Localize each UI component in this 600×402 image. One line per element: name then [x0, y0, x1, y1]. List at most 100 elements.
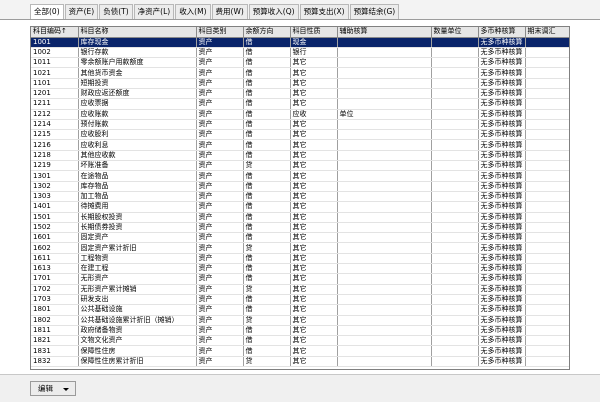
- cell-period-end-fx: [525, 109, 569, 120]
- cell-category: 资产: [196, 191, 244, 203]
- cell-period-end-fx: [525, 222, 569, 234]
- table-row[interactable]: 1401 待摊费用 资产借其它 无多币种核算: [31, 201, 569, 213]
- table-row[interactable]: 1212 应收账款 资产借应收 单位 无多币种核算: [31, 109, 569, 120]
- cell-period-end-fx: [525, 129, 569, 141]
- cell-direction: 借: [243, 129, 291, 141]
- cell-auxiliary: [337, 88, 432, 100]
- edit-dropdown-button[interactable]: 编辑: [30, 381, 76, 396]
- cell-nature: 其它: [290, 150, 338, 162]
- tab-budget-expenditure[interactable]: 预算支出(X): [299, 4, 349, 19]
- table-row[interactable]: 1701 无形资产 资产借其它 无多币种核算: [31, 273, 569, 285]
- cell-nature: 其它: [290, 253, 338, 265]
- cell-multi-currency: 无多币种核算: [478, 78, 526, 89]
- table-row[interactable]: 1011 零余额账户用款额度 资产借其它 无多币种核算: [31, 57, 569, 69]
- cell-period-end-fx: [525, 67, 569, 79]
- table-row[interactable]: 1831 保障性住房 资产借其它 无多币种核算: [31, 345, 569, 357]
- table-row[interactable]: 1602 固定资产累计折旧 资产贷其它 无多币种核算: [31, 242, 569, 254]
- cell-direction: 借: [243, 67, 291, 79]
- table-row[interactable]: 1021 其他货币资金 资产借其它 无多币种核算: [31, 67, 569, 79]
- cell-direction: 借: [243, 78, 291, 89]
- cell-nature: 其它: [290, 294, 338, 306]
- cell-direction: 借: [243, 273, 291, 285]
- table-row[interactable]: 1832 保障性住房累计折旧 资产贷其它 无多币种核算: [31, 356, 569, 368]
- cell-period-end-fx: [525, 345, 569, 357]
- table-row[interactable]: 1215 应收股利 资产借其它 无多币种核算: [31, 129, 569, 141]
- cell-period-end-fx: [525, 181, 569, 192]
- cell-direction: 贷: [243, 242, 291, 254]
- cell-quantity-unit: [431, 242, 479, 254]
- cell-multi-currency: 无多币种核算: [478, 222, 526, 234]
- table-row[interactable]: 1216 应收利息 资产借其它 无多币种核算: [31, 139, 569, 151]
- tab-all[interactable]: 全部(0): [30, 4, 64, 19]
- table-row[interactable]: 1501 长期股权投资 资产借其它 无多币种核算: [31, 212, 569, 223]
- tab-net-assets[interactable]: 净资产(L): [133, 4, 175, 19]
- cell-period-end-fx: [525, 37, 569, 48]
- cell-quantity-unit: [431, 191, 479, 203]
- table-row[interactable]: 1301 在途物品 资产借其它 无多币种核算: [31, 170, 569, 182]
- table-row[interactable]: 1811 政府储备物资 资产借其它 无多币种核算: [31, 325, 569, 337]
- table-row[interactable]: 1211 应收票据 资产借其它 无多币种核算: [31, 98, 569, 110]
- table-row[interactable]: 1302 库存物品 资产借其它 无多币种核算: [31, 181, 569, 192]
- tab-assets[interactable]: 资产(E): [64, 4, 99, 19]
- tab-income[interactable]: 收入(M): [175, 4, 211, 19]
- column-header-balance-direction[interactable]: 余额方向: [243, 27, 291, 38]
- bottom-toolbar: 编辑: [0, 374, 600, 402]
- table-row[interactable]: 1101 短期投资 资产借其它 无多币种核算: [31, 78, 569, 89]
- cell-nature: 其它: [290, 139, 338, 151]
- cell-nature: 其它: [290, 98, 338, 110]
- cell-multi-currency: 无多币种核算: [478, 170, 526, 182]
- cell-name: 坏账准备: [78, 160, 197, 172]
- cell-code: 1216: [31, 139, 79, 151]
- table-row[interactable]: 1601 固定资产 资产借其它 无多币种核算: [31, 232, 569, 244]
- tab-budget-income[interactable]: 预算收入(Q): [248, 4, 299, 19]
- tab-liabilities[interactable]: 负债(T): [99, 4, 133, 19]
- table-row[interactable]: 1702 无形资产累计摊销 资产贷其它 无多币种核算: [31, 284, 569, 295]
- table-row[interactable]: 1002 银行存款 资产借银行 无多币种核算: [31, 47, 569, 59]
- column-header-code[interactable]: 科目编码↑: [31, 27, 79, 38]
- cell-nature: 应收: [290, 109, 338, 120]
- cell-nature: 其它: [290, 284, 338, 295]
- cell-direction: 借: [243, 170, 291, 182]
- cell-period-end-fx: [525, 98, 569, 110]
- table-row[interactable]: 1219 坏账准备 资产贷其它 无多币种核算: [31, 160, 569, 172]
- table-row[interactable]: 1502 长期债券投资 资产借其它 无多币种核算: [31, 222, 569, 234]
- cell-direction: 贷: [243, 160, 291, 172]
- column-header-category[interactable]: 科目类别: [196, 27, 244, 38]
- cell-quantity-unit: [431, 232, 479, 244]
- cell-period-end-fx: [525, 356, 569, 368]
- cell-code: 1101: [31, 78, 79, 89]
- cell-direction: 借: [243, 304, 291, 316]
- cell-period-end-fx: [525, 273, 569, 285]
- cell-auxiliary: [337, 181, 432, 192]
- table-row[interactable]: 1613 在建工程 资产借其它 无多币种核算: [31, 263, 569, 275]
- account-subject-grid[interactable]: 科目编码↑ 科目名称 科目类别 余额方向 科目性质 辅助核算 数量单位 多币种核…: [30, 26, 570, 370]
- tab-expenses[interactable]: 费用(W): [211, 4, 248, 19]
- cell-name: 保障性住房: [78, 345, 197, 357]
- column-header-nature[interactable]: 科目性质: [290, 27, 338, 38]
- cell-name: 公共基础设施: [78, 304, 197, 316]
- table-row[interactable]: 1214 预付账款 资产借其它 无多币种核算: [31, 119, 569, 131]
- column-header-multi-currency[interactable]: 多币种核算: [478, 27, 526, 38]
- table-row[interactable]: 1218 其他应收款 资产借其它 无多币种核算: [31, 150, 569, 162]
- cell-category: 资产: [196, 284, 244, 295]
- tab-budget-balance[interactable]: 预算结余(G): [349, 4, 400, 19]
- column-header-period-end-fx[interactable]: 期末调汇: [525, 27, 569, 38]
- column-header-quantity-unit[interactable]: 数量单位: [431, 27, 479, 38]
- table-row[interactable]: 1703 研发支出 资产借其它 无多币种核算: [31, 294, 569, 306]
- table-row[interactable]: 1201 财政应返还额度 资产借其它 无多币种核算: [31, 88, 569, 100]
- column-header-name[interactable]: 科目名称: [78, 27, 197, 38]
- cell-quantity-unit: [431, 356, 479, 368]
- table-row[interactable]: 1821 文物文化资产 资产借其它 无多币种核算: [31, 335, 569, 347]
- cell-auxiliary: [337, 129, 432, 141]
- cell-auxiliary: [337, 139, 432, 151]
- table-row[interactable]: 1001 库存现金 资产借现金 无多币种核算: [31, 37, 569, 48]
- table-row[interactable]: 1611 工程物资 资产借其它 无多币种核算: [31, 253, 569, 265]
- table-row[interactable]: 1801 公共基础设施 资产借其它 无多币种核算: [31, 304, 569, 316]
- table-row[interactable]: 1303 加工物品 资产借其它 无多币种核算: [31, 191, 569, 203]
- column-header-auxiliary[interactable]: 辅助核算: [337, 27, 432, 38]
- cell-name: 政府储备物资: [78, 325, 197, 337]
- cell-nature: 其它: [290, 325, 338, 337]
- cell-period-end-fx: [525, 139, 569, 151]
- table-row[interactable]: 1802 公共基础设施累计折旧（摊销） 资产贷其它 无多币种核算: [31, 315, 569, 326]
- cell-nature: 其它: [290, 273, 338, 285]
